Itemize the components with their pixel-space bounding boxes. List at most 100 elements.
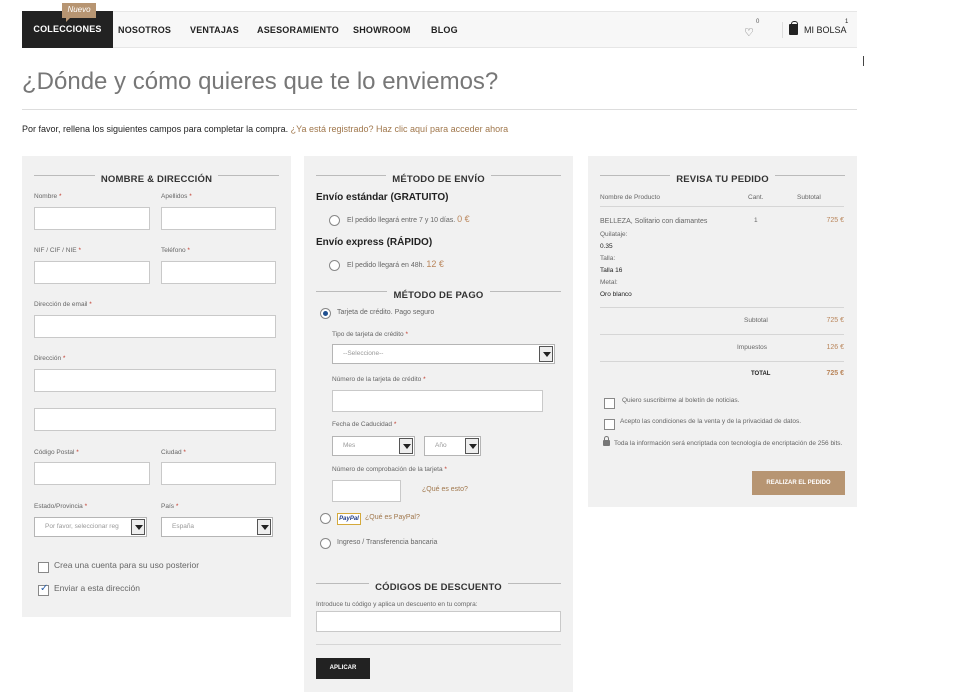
nav-divider bbox=[782, 22, 783, 38]
card-number-label: Número de la tarjeta de crédito * bbox=[332, 376, 426, 383]
express-shipping-radio[interactable] bbox=[329, 260, 340, 271]
top-navigation: COLECCIONES NOSOTROS VENTAJAS ASESORAMIE… bbox=[22, 11, 857, 48]
tax-label: Impuestos bbox=[737, 344, 767, 351]
card-type-label: Tipo de tarjeta de crédito * bbox=[332, 331, 409, 338]
nif-field[interactable] bbox=[34, 261, 150, 284]
security-note: Toda la información será encriptada con … bbox=[614, 440, 843, 447]
total-value: 725 € bbox=[826, 370, 844, 377]
shipping-panel-title: MÉTODO DE ENVÍO bbox=[316, 169, 561, 185]
pais-select-value: España bbox=[172, 523, 195, 530]
pais-select[interactable]: España bbox=[161, 517, 273, 537]
product-quantity: 1 bbox=[754, 217, 758, 224]
card-payment-label: Tarjeta de crédito. Pago seguro bbox=[337, 309, 435, 316]
direccion-line2-field[interactable] bbox=[34, 408, 276, 431]
newsletter-checkbox[interactable] bbox=[604, 398, 615, 409]
standard-shipping-price: 0 € bbox=[457, 214, 470, 224]
column-subtotal: Subtotal bbox=[797, 194, 821, 201]
standard-shipping-radio[interactable] bbox=[329, 215, 340, 226]
address-panel: NOMBRE & DIRECCIÓN Nombre * Apellidos * … bbox=[22, 156, 291, 617]
express-shipping-title: Envío express (RÁPIDO) bbox=[316, 237, 433, 248]
expiry-month-select[interactable]: Mes bbox=[332, 436, 415, 456]
login-link[interactable]: ¿Ya está registrado? Haz clic aquí para … bbox=[291, 124, 508, 134]
new-badge: Nuevo bbox=[62, 3, 96, 22]
expiry-label: Fecha de Caducidad * bbox=[332, 421, 397, 428]
chevron-down-icon bbox=[465, 438, 479, 454]
attr-talla-label: Talla: bbox=[600, 255, 616, 262]
apellidos-field[interactable] bbox=[161, 207, 276, 230]
direccion-label: Dirección * bbox=[34, 355, 66, 362]
title-divider bbox=[22, 109, 857, 110]
discount-divider bbox=[316, 644, 561, 645]
nombre-label: Nombre * bbox=[34, 193, 62, 200]
attr-metal-value: Oro blanco bbox=[600, 291, 632, 298]
create-account-checkbox[interactable] bbox=[38, 562, 49, 573]
place-order-button[interactable]: REALIZAR EL PEDIDO bbox=[752, 471, 845, 495]
attr-talla-value: Talla 16 bbox=[600, 267, 623, 274]
card-number-field[interactable] bbox=[332, 390, 543, 412]
subtotal-divider bbox=[600, 334, 844, 335]
estado-select[interactable]: Por favor, seleccionar reg bbox=[34, 517, 147, 537]
page-title: ¿Dónde y cómo quieres que te lo enviemos… bbox=[22, 68, 499, 95]
nav-item-ventajas[interactable]: VENTAJAS bbox=[190, 12, 239, 48]
card-payment-radio[interactable] bbox=[320, 308, 331, 319]
ciudad-field[interactable] bbox=[161, 462, 276, 485]
chevron-down-icon bbox=[131, 519, 145, 535]
ship-here-label: Enviar a esta dirección bbox=[54, 583, 140, 593]
attr-metal-label: Metal: bbox=[600, 279, 618, 286]
paypal-logo: PayPal bbox=[337, 513, 361, 525]
paypal-help-link[interactable]: ¿Qué es PayPal? bbox=[365, 514, 420, 521]
chevron-down-icon bbox=[257, 519, 271, 535]
email-field[interactable] bbox=[34, 315, 276, 338]
ship-here-checkbox[interactable] bbox=[38, 583, 49, 596]
column-quantity: Cant. bbox=[748, 194, 764, 201]
telefono-label: Teléfono * bbox=[161, 247, 190, 254]
address-panel-title: NOMBRE & DIRECCIÓN bbox=[34, 169, 279, 185]
nif-label: NIF / CIF / NIE * bbox=[34, 247, 81, 254]
create-account-label: Crea una cuenta para su uso posterior bbox=[54, 560, 200, 570]
wishlist-count: 0 bbox=[756, 19, 760, 25]
paypal-radio[interactable] bbox=[320, 513, 331, 524]
nombre-field[interactable] bbox=[34, 207, 150, 230]
bank-transfer-radio[interactable] bbox=[320, 538, 331, 549]
terms-checkbox[interactable] bbox=[604, 419, 615, 430]
total-label: TOTAL bbox=[751, 371, 771, 377]
card-type-select[interactable]: --Seleccione-- bbox=[332, 344, 555, 364]
chevron-down-icon bbox=[539, 346, 553, 362]
cart-count: 1 bbox=[845, 19, 849, 25]
product-price: 725 € bbox=[826, 217, 844, 224]
text-cursor bbox=[863, 56, 864, 66]
shopping-bag-icon[interactable] bbox=[789, 21, 798, 35]
subtotal-label: Subtotal bbox=[744, 317, 768, 324]
codigo-postal-field[interactable] bbox=[34, 462, 150, 485]
nav-item-nosotros[interactable]: NOSOTROS bbox=[118, 12, 171, 48]
nav-item-showroom[interactable]: SHOWROOM bbox=[353, 12, 411, 48]
product-divider bbox=[600, 307, 844, 308]
nav-item-blog[interactable]: BLOG bbox=[431, 12, 458, 48]
nav-item-asesoramiento[interactable]: ASESORAMIENTO bbox=[257, 12, 339, 48]
cvv-field[interactable] bbox=[332, 480, 401, 502]
standard-shipping-label: El pedido llegará entre 7 y 10 días. 0 € bbox=[347, 214, 470, 224]
email-label: Dirección de email * bbox=[34, 301, 92, 308]
express-shipping-price: 12 € bbox=[426, 259, 444, 269]
discount-code-field[interactable] bbox=[316, 611, 561, 632]
intro-message: Por favor, rellena los siguientes campos… bbox=[22, 124, 289, 134]
express-shipping-label: El pedido llegará en 48h. 12 € bbox=[347, 259, 444, 269]
cvv-help-link[interactable]: ¿Qué es esto? bbox=[422, 486, 468, 493]
telefono-field[interactable] bbox=[161, 261, 276, 284]
product-name: BELLEZA, Solitario con diamantes bbox=[600, 218, 708, 225]
column-product: Nombre de Producto bbox=[600, 194, 660, 201]
direccion-field[interactable] bbox=[34, 369, 276, 392]
newsletter-label: Quiero suscribirme al boletín de noticia… bbox=[622, 397, 740, 404]
estado-label: Estado/Provincia * bbox=[34, 503, 88, 510]
order-summary-panel: REVISA TU PEDIDO Nombre de Producto Cant… bbox=[588, 156, 857, 507]
payment-panel-title: MÉTODO DE PAGO bbox=[316, 285, 561, 301]
terms-label: Acepto las condiciones de la venta y de … bbox=[620, 418, 802, 425]
apply-discount-button[interactable]: APLICAR bbox=[316, 658, 370, 679]
card-type-select-value: --Seleccione-- bbox=[343, 350, 384, 357]
expiry-month-value: Mes bbox=[343, 442, 356, 449]
expiry-year-select[interactable]: Año bbox=[424, 436, 481, 456]
cart-link[interactable]: MI BOLSA bbox=[804, 12, 847, 48]
bank-transfer-label: Ingreso / Transferencia bancaria bbox=[337, 539, 438, 546]
heart-icon[interactable]: ♡ bbox=[744, 26, 754, 39]
shipping-payment-panel: MÉTODO DE ENVÍO Envío estándar (GRATUITO… bbox=[304, 156, 573, 692]
